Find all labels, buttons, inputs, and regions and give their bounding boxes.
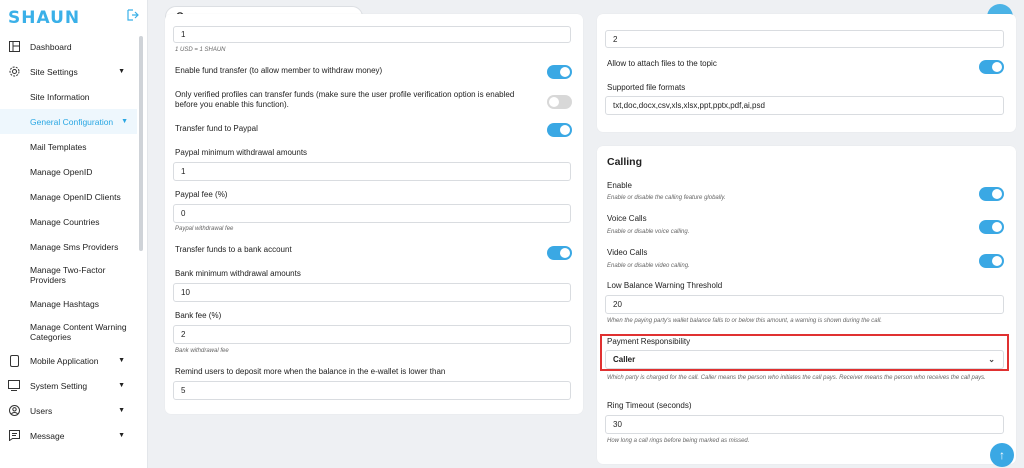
sidebar-nav: Dashboard Site Settings ▼ Site Informati… bbox=[0, 34, 137, 448]
transfer-paypal-label: Transfer fund to Paypal bbox=[175, 124, 258, 133]
sidebar-item-system-setting[interactable]: System Setting ▼ bbox=[0, 373, 137, 398]
sidebar-item-site-information[interactable]: Site Information bbox=[0, 84, 137, 109]
low-balance-label: Low Balance Warning Threshold bbox=[607, 281, 723, 290]
chevron-down-icon: ▼ bbox=[118, 432, 125, 439]
video-calls-label: Video Calls bbox=[607, 248, 648, 257]
mobile-icon bbox=[8, 354, 20, 367]
ring-timeout-input[interactable]: 30 bbox=[605, 415, 1004, 434]
sidebar-item-label: Dashboard bbox=[30, 41, 72, 52]
sidebar-item-manage-content-warning[interactable]: Manage Content Warning Categories bbox=[0, 316, 137, 348]
voice-calls-label: Voice Calls bbox=[607, 214, 647, 223]
sidebar-item-manage-countries[interactable]: Manage Countries bbox=[0, 209, 137, 234]
verified-only-toggle[interactable] bbox=[547, 95, 572, 109]
video-calls-hint: Enable or disable video calling. bbox=[607, 263, 690, 269]
enable-calling-label: Enable bbox=[607, 181, 632, 190]
sidebar-item-label: Message bbox=[30, 430, 65, 441]
rate-input[interactable]: 1 bbox=[173, 26, 571, 43]
calling-title: Calling bbox=[607, 156, 643, 168]
video-calls-toggle[interactable] bbox=[979, 254, 1004, 268]
chevron-down-icon: ▼ bbox=[121, 118, 129, 125]
message-icon bbox=[8, 430, 20, 442]
enable-calling-toggle[interactable] bbox=[979, 187, 1004, 201]
low-balance-input[interactable]: 20 bbox=[605, 295, 1004, 314]
sidebar-item-mail-templates[interactable]: Mail Templates bbox=[0, 134, 137, 159]
paypal-fee-hint: Paypal withdrawal fee bbox=[175, 226, 234, 232]
enable-fund-transfer-label: Enable fund transfer (to allow member to… bbox=[175, 66, 383, 75]
chevron-down-icon: ▼ bbox=[118, 382, 125, 389]
bank-fee-input[interactable]: 2 bbox=[173, 325, 571, 344]
enable-fund-transfer-toggle[interactable] bbox=[547, 65, 572, 79]
ring-timeout-label: Ring Timeout (seconds) bbox=[607, 401, 692, 410]
sidebar-item-mobile-application[interactable]: Mobile Application ▼ bbox=[0, 348, 137, 373]
sidebar-item-label: Mobile Application bbox=[30, 355, 99, 366]
collapse-icon[interactable] bbox=[126, 9, 140, 23]
bank-fee-label: Bank fee (%) bbox=[175, 311, 222, 320]
chevron-down-icon: ▼ bbox=[118, 68, 125, 75]
topic-settings-card: 2 Allow to attach files to the topic Sup… bbox=[597, 14, 1016, 132]
paypal-min-input[interactable]: 1 bbox=[173, 162, 571, 181]
sidebar-item-label: System Setting bbox=[30, 380, 88, 391]
enable-calling-hint: Enable or disable the calling feature gl… bbox=[607, 195, 726, 201]
sidebar-item-label: Site Settings bbox=[30, 66, 78, 77]
monitor-icon bbox=[8, 380, 20, 392]
bank-min-input[interactable]: 10 bbox=[173, 283, 571, 302]
sidebar-item-dashboard[interactable]: Dashboard bbox=[0, 34, 137, 59]
payment-responsibility-hint: Which party is charged for the call. Cal… bbox=[607, 375, 986, 381]
paypal-fee-input[interactable]: 0 bbox=[173, 204, 571, 223]
sidebar-item-message[interactable]: Message ▼ bbox=[0, 423, 137, 448]
wallet-settings-card: 1 1 USD = 1 SHAUN Enable fund transfer (… bbox=[165, 14, 583, 414]
transfer-paypal-toggle[interactable] bbox=[547, 123, 572, 137]
sidebar-item-manage-two-factor[interactable]: Manage Two-Factor Providers bbox=[0, 259, 137, 291]
voice-calls-toggle[interactable] bbox=[979, 220, 1004, 234]
sidebar-item-users[interactable]: Users ▼ bbox=[0, 398, 137, 423]
paypal-min-label: Paypal minimum withdrawal amounts bbox=[175, 148, 308, 157]
sidebar-item-manage-hashtags[interactable]: Manage Hashtags bbox=[0, 291, 137, 316]
sidebar-item-site-settings[interactable]: Site Settings ▼ bbox=[0, 59, 137, 84]
formats-input[interactable]: txt,doc,docx,csv,xls,xlsx,ppt,pptx,pdf,a… bbox=[605, 96, 1004, 115]
sidebar-item-label: General Configuration bbox=[30, 116, 114, 127]
gear-icon bbox=[8, 66, 20, 78]
calling-card: Calling Enable Enable or disable the cal… bbox=[597, 146, 1016, 464]
sidebar-item-manage-sms-providers[interactable]: Manage Sms Providers bbox=[0, 234, 137, 259]
topic-number-input[interactable]: 2 bbox=[605, 30, 1004, 48]
attach-files-label: Allow to attach files to the topic bbox=[607, 59, 717, 68]
sidebar-item-general-configuration[interactable]: General Configuration ▼ bbox=[0, 109, 137, 134]
remind-label: Remind users to deposit more when the ba… bbox=[175, 367, 446, 376]
sidebar-item-label: Users bbox=[30, 405, 53, 416]
sidebar-item-manage-openid-clients[interactable]: Manage OpenID Clients bbox=[0, 184, 137, 209]
sidebar-scrollbar[interactable] bbox=[139, 36, 143, 251]
sidebar: SHAUN Dashboard Site Settings ▼ Site Inf… bbox=[0, 0, 148, 468]
ring-timeout-hint: How long a call rings before being marke… bbox=[607, 438, 750, 444]
bank-fee-hint: Bank withdrawal fee bbox=[175, 348, 229, 354]
user-icon bbox=[8, 405, 20, 417]
chevron-down-icon: ▼ bbox=[118, 407, 125, 414]
dashboard-icon bbox=[8, 41, 20, 53]
sidebar-item-manage-openid[interactable]: Manage OpenID bbox=[0, 159, 137, 184]
low-balance-hint: When the paying party's wallet balance f… bbox=[607, 318, 882, 324]
arrow-up-icon[interactable]: ↑ bbox=[990, 443, 1014, 467]
attach-files-toggle[interactable] bbox=[979, 60, 1004, 74]
chevron-down-icon: ▼ bbox=[118, 357, 125, 364]
remind-input[interactable]: 5 bbox=[173, 381, 571, 400]
voice-calls-hint: Enable or disable voice calling. bbox=[607, 229, 690, 235]
verified-only-label: Only verified profiles can transfer fund… bbox=[175, 90, 515, 109]
rate-hint: 1 USD = 1 SHAUN bbox=[175, 47, 226, 53]
paypal-fee-label: Paypal fee (%) bbox=[175, 190, 228, 199]
formats-label: Supported file formats bbox=[607, 83, 686, 92]
bank-min-label: Bank minimum withdrawal amounts bbox=[175, 269, 301, 278]
transfer-bank-label: Transfer funds to a bank account bbox=[175, 245, 292, 254]
payment-responsibility-highlight bbox=[600, 334, 1009, 371]
transfer-bank-toggle[interactable] bbox=[547, 246, 572, 260]
logo[interactable]: SHAUN bbox=[8, 8, 80, 28]
